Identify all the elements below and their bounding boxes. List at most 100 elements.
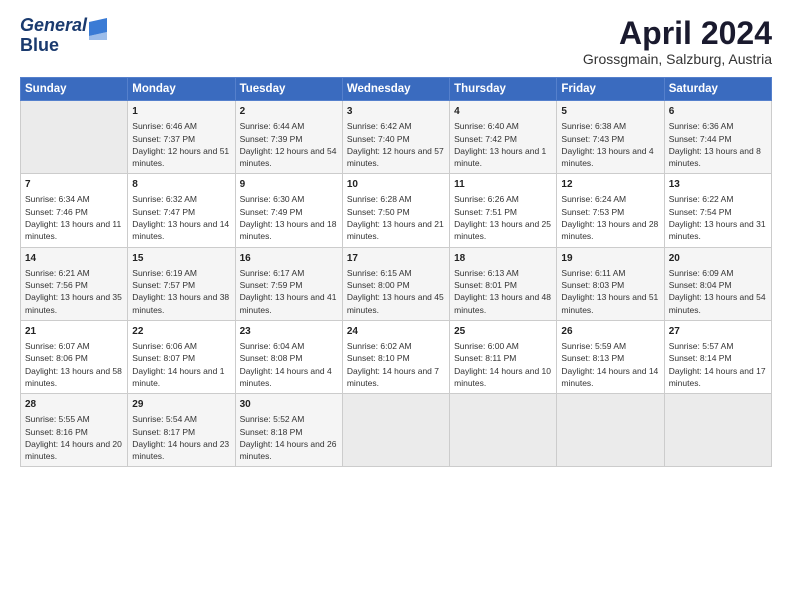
cell-w1-d1: [21, 101, 128, 174]
day-number: 12: [561, 178, 659, 192]
calendar-body: 1Sunrise: 6:46 AMSunset: 7:37 PMDaylight…: [21, 101, 772, 467]
cell-info: Sunrise: 6:26 AMSunset: 7:51 PMDaylight:…: [454, 193, 552, 242]
cell-info: Sunrise: 6:40 AMSunset: 7:42 PMDaylight:…: [454, 120, 552, 169]
cell-info: Sunrise: 5:57 AMSunset: 8:14 PMDaylight:…: [669, 340, 767, 389]
col-sunday: Sunday: [21, 78, 128, 101]
cell-w4-d6: 26Sunrise: 5:59 AMSunset: 8:13 PMDayligh…: [557, 320, 664, 393]
cell-w5-d5: [450, 394, 557, 467]
cell-w5-d6: [557, 394, 664, 467]
cell-info: Sunrise: 6:02 AMSunset: 8:10 PMDaylight:…: [347, 340, 445, 389]
week-row-3: 14Sunrise: 6:21 AMSunset: 7:56 PMDayligh…: [21, 247, 772, 320]
col-saturday: Saturday: [664, 78, 771, 101]
cell-info: Sunrise: 6:30 AMSunset: 7:49 PMDaylight:…: [240, 193, 338, 242]
cell-w5-d1: 28Sunrise: 5:55 AMSunset: 8:16 PMDayligh…: [21, 394, 128, 467]
cell-info: Sunrise: 6:42 AMSunset: 7:40 PMDaylight:…: [347, 120, 445, 169]
header-row: Sunday Monday Tuesday Wednesday Thursday…: [21, 78, 772, 101]
col-friday: Friday: [557, 78, 664, 101]
cell-w5-d7: [664, 394, 771, 467]
cell-info: Sunrise: 6:09 AMSunset: 8:04 PMDaylight:…: [669, 267, 767, 316]
cell-w2-d7: 13Sunrise: 6:22 AMSunset: 7:54 PMDayligh…: [664, 174, 771, 247]
day-number: 22: [132, 325, 230, 339]
cell-info: Sunrise: 6:00 AMSunset: 8:11 PMDaylight:…: [454, 340, 552, 389]
calendar-table: Sunday Monday Tuesday Wednesday Thursday…: [20, 77, 772, 467]
cell-w3-d6: 19Sunrise: 6:11 AMSunset: 8:03 PMDayligh…: [557, 247, 664, 320]
cell-w1-d2: 1Sunrise: 6:46 AMSunset: 7:37 PMDaylight…: [128, 101, 235, 174]
week-row-4: 21Sunrise: 6:07 AMSunset: 8:06 PMDayligh…: [21, 320, 772, 393]
day-number: 20: [669, 252, 767, 266]
cell-info: Sunrise: 6:28 AMSunset: 7:50 PMDaylight:…: [347, 193, 445, 242]
cell-info: Sunrise: 6:22 AMSunset: 7:54 PMDaylight:…: [669, 193, 767, 242]
day-number: 17: [347, 252, 445, 266]
cell-w4-d1: 21Sunrise: 6:07 AMSunset: 8:06 PMDayligh…: [21, 320, 128, 393]
day-number: 5: [561, 105, 659, 119]
cell-info: Sunrise: 6:44 AMSunset: 7:39 PMDaylight:…: [240, 120, 338, 169]
cell-info: Sunrise: 5:54 AMSunset: 8:17 PMDaylight:…: [132, 413, 230, 462]
cell-w3-d3: 16Sunrise: 6:17 AMSunset: 7:59 PMDayligh…: [235, 247, 342, 320]
day-number: 6: [669, 105, 767, 119]
day-number: 3: [347, 105, 445, 119]
cell-w1-d7: 6Sunrise: 6:36 AMSunset: 7:44 PMDaylight…: [664, 101, 771, 174]
cell-w1-d3: 2Sunrise: 6:44 AMSunset: 7:39 PMDaylight…: [235, 101, 342, 174]
day-number: 11: [454, 178, 552, 192]
cell-w2-d4: 10Sunrise: 6:28 AMSunset: 7:50 PMDayligh…: [342, 174, 449, 247]
cell-w2-d3: 9Sunrise: 6:30 AMSunset: 7:49 PMDaylight…: [235, 174, 342, 247]
cell-w2-d1: 7Sunrise: 6:34 AMSunset: 7:46 PMDaylight…: [21, 174, 128, 247]
cell-w2-d6: 12Sunrise: 6:24 AMSunset: 7:53 PMDayligh…: [557, 174, 664, 247]
cell-w1-d6: 5Sunrise: 6:38 AMSunset: 7:43 PMDaylight…: [557, 101, 664, 174]
day-number: 23: [240, 325, 338, 339]
day-number: 25: [454, 325, 552, 339]
week-row-5: 28Sunrise: 5:55 AMSunset: 8:16 PMDayligh…: [21, 394, 772, 467]
cell-info: Sunrise: 6:04 AMSunset: 8:08 PMDaylight:…: [240, 340, 338, 389]
cell-w1-d5: 4Sunrise: 6:40 AMSunset: 7:42 PMDaylight…: [450, 101, 557, 174]
calendar-title: April 2024: [583, 16, 772, 51]
day-number: 21: [25, 325, 123, 339]
cell-info: Sunrise: 6:15 AMSunset: 8:00 PMDaylight:…: [347, 267, 445, 316]
day-number: 16: [240, 252, 338, 266]
day-number: 8: [132, 178, 230, 192]
col-thursday: Thursday: [450, 78, 557, 101]
title-block: April 2024 Grossgmain, Salzburg, Austria: [583, 16, 772, 67]
day-number: 13: [669, 178, 767, 192]
cell-w3-d1: 14Sunrise: 6:21 AMSunset: 7:56 PMDayligh…: [21, 247, 128, 320]
day-number: 18: [454, 252, 552, 266]
day-number: 4: [454, 105, 552, 119]
cell-w4-d7: 27Sunrise: 5:57 AMSunset: 8:14 PMDayligh…: [664, 320, 771, 393]
cell-w2-d5: 11Sunrise: 6:26 AMSunset: 7:51 PMDayligh…: [450, 174, 557, 247]
day-number: 30: [240, 398, 338, 412]
cell-info: Sunrise: 5:59 AMSunset: 8:13 PMDaylight:…: [561, 340, 659, 389]
cell-info: Sunrise: 6:07 AMSunset: 8:06 PMDaylight:…: [25, 340, 123, 389]
cell-info: Sunrise: 5:55 AMSunset: 8:16 PMDaylight:…: [25, 413, 123, 462]
col-monday: Monday: [128, 78, 235, 101]
cell-info: Sunrise: 6:06 AMSunset: 8:07 PMDaylight:…: [132, 340, 230, 389]
cell-w3-d7: 20Sunrise: 6:09 AMSunset: 8:04 PMDayligh…: [664, 247, 771, 320]
logo: General Blue: [20, 16, 107, 56]
col-tuesday: Tuesday: [235, 78, 342, 101]
day-number: 29: [132, 398, 230, 412]
week-row-1: 1Sunrise: 6:46 AMSunset: 7:37 PMDaylight…: [21, 101, 772, 174]
day-number: 19: [561, 252, 659, 266]
cell-w5-d4: [342, 394, 449, 467]
cell-info: Sunrise: 5:52 AMSunset: 8:18 PMDaylight:…: [240, 413, 338, 462]
logo-text: General Blue: [20, 16, 87, 56]
logo-icon: [89, 18, 107, 40]
cell-info: Sunrise: 6:34 AMSunset: 7:46 PMDaylight:…: [25, 193, 123, 242]
day-number: 26: [561, 325, 659, 339]
cell-w2-d2: 8Sunrise: 6:32 AMSunset: 7:47 PMDaylight…: [128, 174, 235, 247]
day-number: 24: [347, 325, 445, 339]
cell-info: Sunrise: 6:36 AMSunset: 7:44 PMDaylight:…: [669, 120, 767, 169]
col-wednesday: Wednesday: [342, 78, 449, 101]
header: General Blue April 2024 Grossgmain, Salz…: [20, 16, 772, 67]
cell-w1-d4: 3Sunrise: 6:42 AMSunset: 7:40 PMDaylight…: [342, 101, 449, 174]
cell-w4-d4: 24Sunrise: 6:02 AMSunset: 8:10 PMDayligh…: [342, 320, 449, 393]
page: General Blue April 2024 Grossgmain, Salz…: [0, 0, 792, 612]
calendar-header: Sunday Monday Tuesday Wednesday Thursday…: [21, 78, 772, 101]
day-number: 1: [132, 105, 230, 119]
day-number: 2: [240, 105, 338, 119]
cell-w3-d2: 15Sunrise: 6:19 AMSunset: 7:57 PMDayligh…: [128, 247, 235, 320]
cell-w4-d5: 25Sunrise: 6:00 AMSunset: 8:11 PMDayligh…: [450, 320, 557, 393]
day-number: 9: [240, 178, 338, 192]
day-number: 10: [347, 178, 445, 192]
cell-w3-d4: 17Sunrise: 6:15 AMSunset: 8:00 PMDayligh…: [342, 247, 449, 320]
cell-w5-d3: 30Sunrise: 5:52 AMSunset: 8:18 PMDayligh…: [235, 394, 342, 467]
cell-info: Sunrise: 6:38 AMSunset: 7:43 PMDaylight:…: [561, 120, 659, 169]
